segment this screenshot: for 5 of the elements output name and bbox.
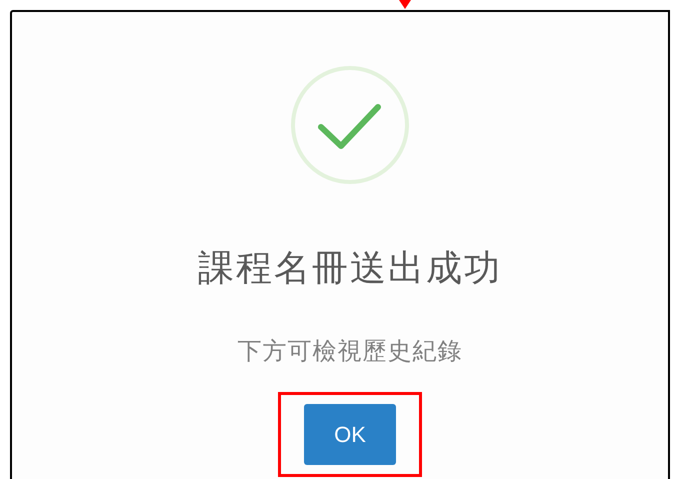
dialog-title: 課程名冊送出成功 (198, 246, 502, 290)
pointer-arrow-icon (399, 0, 411, 9)
ok-button[interactable]: OK (304, 404, 396, 465)
dialog-message: 下方可檢視歷史紀錄 (238, 337, 462, 367)
success-check-icon (290, 65, 410, 185)
